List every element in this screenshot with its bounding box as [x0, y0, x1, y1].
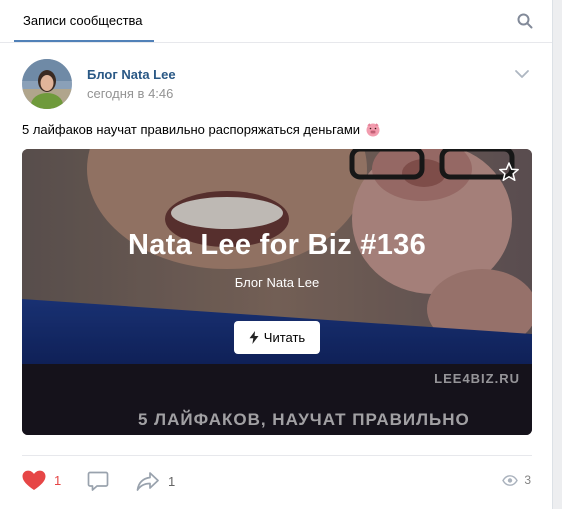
- post-author-link[interactable]: Блог Nata Lee: [87, 67, 176, 82]
- chevron-down-icon[interactable]: [513, 67, 531, 81]
- eye-icon: [502, 474, 519, 486]
- article-snippet[interactable]: Nata Lee for Biz #136 Блог Nata Lee Чита…: [22, 149, 532, 435]
- read-button-label: Читать: [263, 330, 306, 345]
- heart-icon: [22, 470, 46, 490]
- post-text: 5 лайфаков научат правильно распоряжатьс…: [22, 121, 381, 137]
- comment-icon[interactable]: [87, 470, 109, 492]
- like-button[interactable]: 1: [22, 470, 61, 491]
- tab-community-posts[interactable]: Записи сообщества: [14, 0, 154, 42]
- article-cover-image: [22, 149, 532, 435]
- divider: [22, 455, 532, 456]
- share-button[interactable]: 1: [136, 470, 175, 492]
- post-text-content: 5 лайфаков научат правильно распоряжатьс…: [22, 121, 361, 137]
- article-title: Nata Lee for Biz #136: [127, 229, 427, 261]
- banner-text: 5 ЛАЙФАКОВ, НАУЧАТ ПРАВИЛЬНО: [138, 410, 470, 429]
- views-counter: 3: [502, 473, 531, 487]
- header-tabs: Записи сообщества: [0, 0, 552, 43]
- tab-label: Записи сообщества: [23, 12, 143, 28]
- like-count: 1: [54, 473, 62, 488]
- share-count: 1: [168, 473, 176, 489]
- share-icon: [136, 472, 159, 491]
- read-button[interactable]: Читать: [234, 321, 320, 354]
- star-icon[interactable]: [498, 161, 520, 183]
- pig-face-icon: [366, 123, 380, 137]
- post-date[interactable]: сегодня в 4:46: [87, 86, 173, 101]
- post-card: Записи сообщества Блог Nata Lee сегодня …: [0, 0, 553, 509]
- search-icon[interactable]: [516, 12, 534, 30]
- views-count: 3: [524, 473, 531, 487]
- site-watermark: LEE4BIZ.RU: [434, 371, 520, 386]
- article-source: Блог Nata Lee: [234, 275, 320, 290]
- avatar[interactable]: [22, 59, 72, 109]
- lightning-icon: [249, 331, 259, 344]
